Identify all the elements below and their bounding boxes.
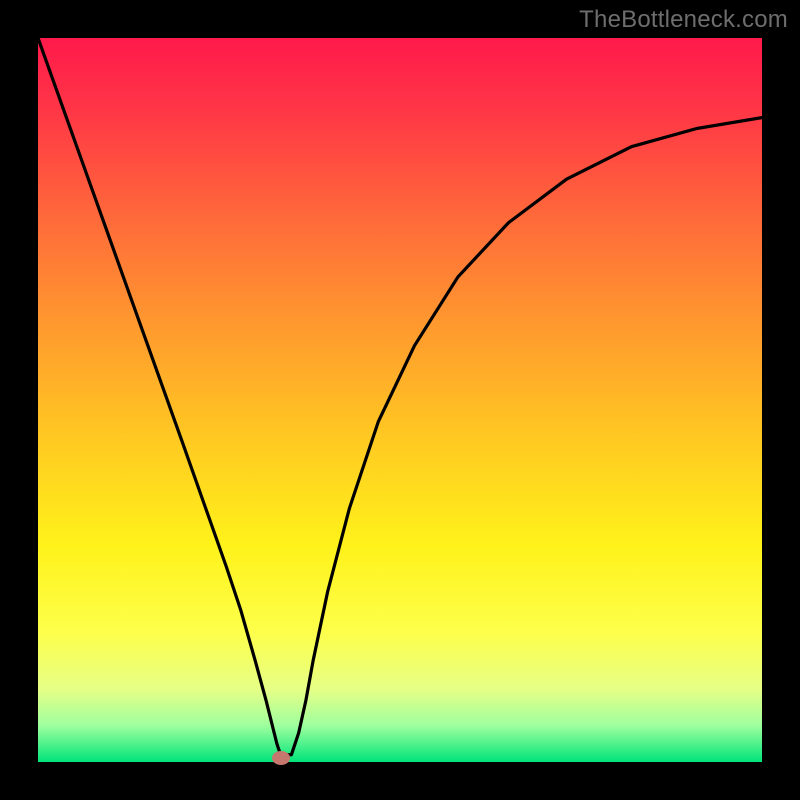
watermark-text: TheBottleneck.com <box>579 6 788 34</box>
bottleneck-curve <box>38 38 762 762</box>
optimum-marker <box>272 751 290 765</box>
plot-area <box>38 38 762 762</box>
chart-frame: TheBottleneck.com <box>0 0 800 800</box>
